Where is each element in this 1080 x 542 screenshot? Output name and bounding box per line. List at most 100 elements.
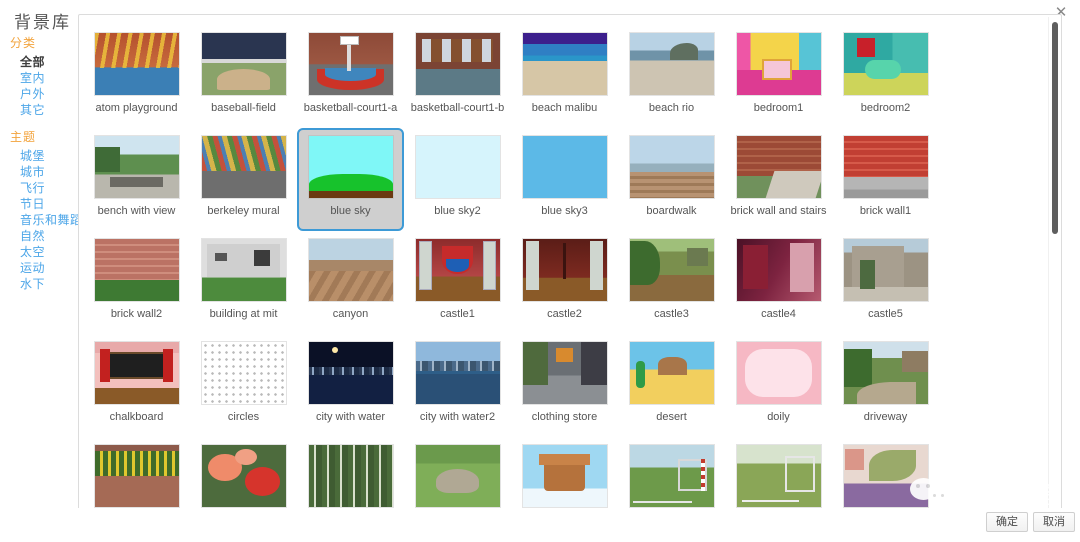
- background-thumbnail: [200, 135, 287, 199]
- background-item[interactable]: chalkboard: [83, 334, 190, 437]
- background-item-label: blue sky3: [541, 205, 588, 217]
- background-item[interactable]: bedroom1: [725, 25, 832, 128]
- sidebar-item-theme-1[interactable]: 城市: [10, 164, 78, 180]
- background-thumbnail: [521, 135, 608, 199]
- sidebar-item-theme-8[interactable]: 水下: [10, 276, 78, 292]
- background-item[interactable]: brick wall and stairs: [725, 128, 832, 231]
- background-thumbnail: [93, 32, 180, 96]
- cancel-button[interactable]: 取消: [1033, 512, 1075, 532]
- background-thumbnail: [628, 341, 715, 405]
- background-thumbnail: [414, 32, 501, 96]
- background-item-label: clothing store: [531, 411, 598, 423]
- background-item[interactable]: garden rock: [404, 437, 511, 513]
- background-item[interactable]: circles: [190, 334, 297, 437]
- background-item[interactable]: bench with view: [83, 128, 190, 231]
- background-item[interactable]: castle3: [618, 231, 725, 334]
- background-item-label: atom playground: [95, 102, 178, 114]
- background-item-label: castle2: [547, 308, 582, 320]
- background-thumbnail: [414, 444, 501, 508]
- background-thumbnail: [307, 32, 394, 96]
- sidebar: 分类全部 室内 户外 其它主题 城堡 城市 飞行 节日 音乐和舞蹈 自然 太空 运动 水下: [0, 34, 82, 514]
- background-item[interactable]: [618, 437, 725, 513]
- background-item[interactable]: beach malibu: [511, 25, 618, 128]
- sidebar-item-theme-2[interactable]: 飞行: [10, 180, 78, 196]
- background-thumbnail: [414, 135, 501, 199]
- background-thumbnail: [842, 341, 929, 405]
- background-thumbnail: [628, 32, 715, 96]
- background-library-dialog: 背景库 ✕ 分类 全部 室内 户外 其它 主题 城堡 城市 飞行 节日 音乐和舞蹈 自然 太空 运动 水下 …: [0, 0, 1080, 542]
- background-item[interactable]: castle1: [404, 231, 511, 334]
- page-title: 背景库: [14, 13, 71, 32]
- ok-button[interactable]: 确定: [986, 512, 1028, 532]
- background-item[interactable]: canyon: [297, 231, 404, 334]
- sidebar-item-category-3[interactable]: 其它: [10, 102, 78, 118]
- sidebar-item-category-2[interactable]: 户外: [10, 86, 78, 102]
- background-item[interactable]: city with water2: [404, 334, 511, 437]
- background-item[interactable]: flower bed: [83, 437, 190, 513]
- background-item-label: basketball-court1-a: [303, 102, 398, 114]
- background-item[interactable]: city with water: [297, 334, 404, 437]
- sidebar-item-theme-0[interactable]: 城堡: [10, 148, 78, 164]
- vertical-scrollbar-thumb[interactable]: [1052, 22, 1058, 234]
- background-item[interactable]: brick wall1: [832, 128, 939, 231]
- background-thumbnail: [842, 135, 929, 199]
- background-item-label: city with water: [315, 411, 386, 423]
- background-item-selected[interactable]: blue sky: [297, 128, 404, 231]
- background-item-label: castle3: [654, 308, 689, 320]
- sidebar-item-category-0[interactable]: 全部: [10, 54, 78, 70]
- background-thumbnail: [414, 341, 501, 405]
- background-item-label: brick wall1: [859, 205, 912, 217]
- background-item-label: beach rio: [648, 102, 695, 114]
- background-item[interactable]: blue sky2: [404, 128, 511, 231]
- background-item-label: basketball-court1-b: [410, 102, 505, 114]
- background-item[interactable]: bedroom2: [832, 25, 939, 128]
- dialog-footer: 确定 取消: [0, 508, 1080, 542]
- background-thumbnail: [200, 32, 287, 96]
- background-thumbnail: [735, 32, 822, 96]
- sidebar-item-category-1[interactable]: 室内: [10, 70, 78, 86]
- background-item[interactable]: castle2: [511, 231, 618, 334]
- sidebar-group-title: 分类: [10, 36, 37, 50]
- background-item[interactable]: basketball-court1-b: [404, 25, 511, 128]
- background-item[interactable]: clothing store: [511, 334, 618, 437]
- sidebar-item-theme-5[interactable]: 自然: [10, 228, 78, 244]
- background-thumbnail: [307, 238, 394, 302]
- background-thumbnail: [307, 444, 394, 508]
- background-item[interactable]: forest: [297, 437, 404, 513]
- background-item[interactable]: basketball-court1-a: [297, 25, 404, 128]
- sidebar-item-theme-7[interactable]: 运动: [10, 260, 78, 276]
- background-item[interactable]: atom playground: [83, 25, 190, 128]
- background-item[interactable]: blue sky3: [511, 128, 618, 231]
- background-item[interactable]: castle4: [725, 231, 832, 334]
- background-item[interactable]: beach rio: [618, 25, 725, 128]
- background-item[interactable]: boardwalk: [618, 128, 725, 231]
- background-item[interactable]: flowers: [190, 437, 297, 513]
- background-grid-panel: atom playground baseball-field basketball-…: [78, 14, 1062, 514]
- background-item[interactable]: castle5: [832, 231, 939, 334]
- background-item[interactable]: brick wall2: [83, 231, 190, 334]
- background-item[interactable]: driveway: [832, 334, 939, 437]
- background-thumbnail: [93, 238, 180, 302]
- background-item-label: bedroom1: [753, 102, 804, 114]
- background-thumbnail: [307, 341, 394, 405]
- background-item[interactable]: [832, 437, 939, 513]
- background-item-label: bedroom2: [860, 102, 911, 114]
- background-item[interactable]: doily: [725, 334, 832, 437]
- sidebar-group: 主题 城堡 城市 飞行 节日 音乐和舞蹈 自然 太空 运动 水下: [10, 128, 82, 292]
- background-item[interactable]: desert: [618, 334, 725, 437]
- sidebar-item-theme-3[interactable]: 节日: [10, 196, 78, 212]
- vertical-scrollbar-track[interactable]: [1048, 17, 1059, 511]
- background-item[interactable]: [511, 437, 618, 513]
- background-item[interactable]: baseball-field: [190, 25, 297, 128]
- background-thumbnail: [735, 341, 822, 405]
- background-item-label: beach malibu: [531, 102, 598, 114]
- background-thumbnail: [521, 32, 608, 96]
- sidebar-item-theme-4[interactable]: 音乐和舞蹈: [10, 212, 82, 228]
- background-thumbnail: [628, 135, 715, 199]
- background-item[interactable]: berkeley mural: [190, 128, 297, 231]
- background-item[interactable]: building at mit: [190, 231, 297, 334]
- sidebar-item-theme-6[interactable]: 太空: [10, 244, 78, 260]
- background-item[interactable]: [725, 437, 832, 513]
- background-thumbnail: [414, 238, 501, 302]
- background-thumbnail: [735, 444, 822, 508]
